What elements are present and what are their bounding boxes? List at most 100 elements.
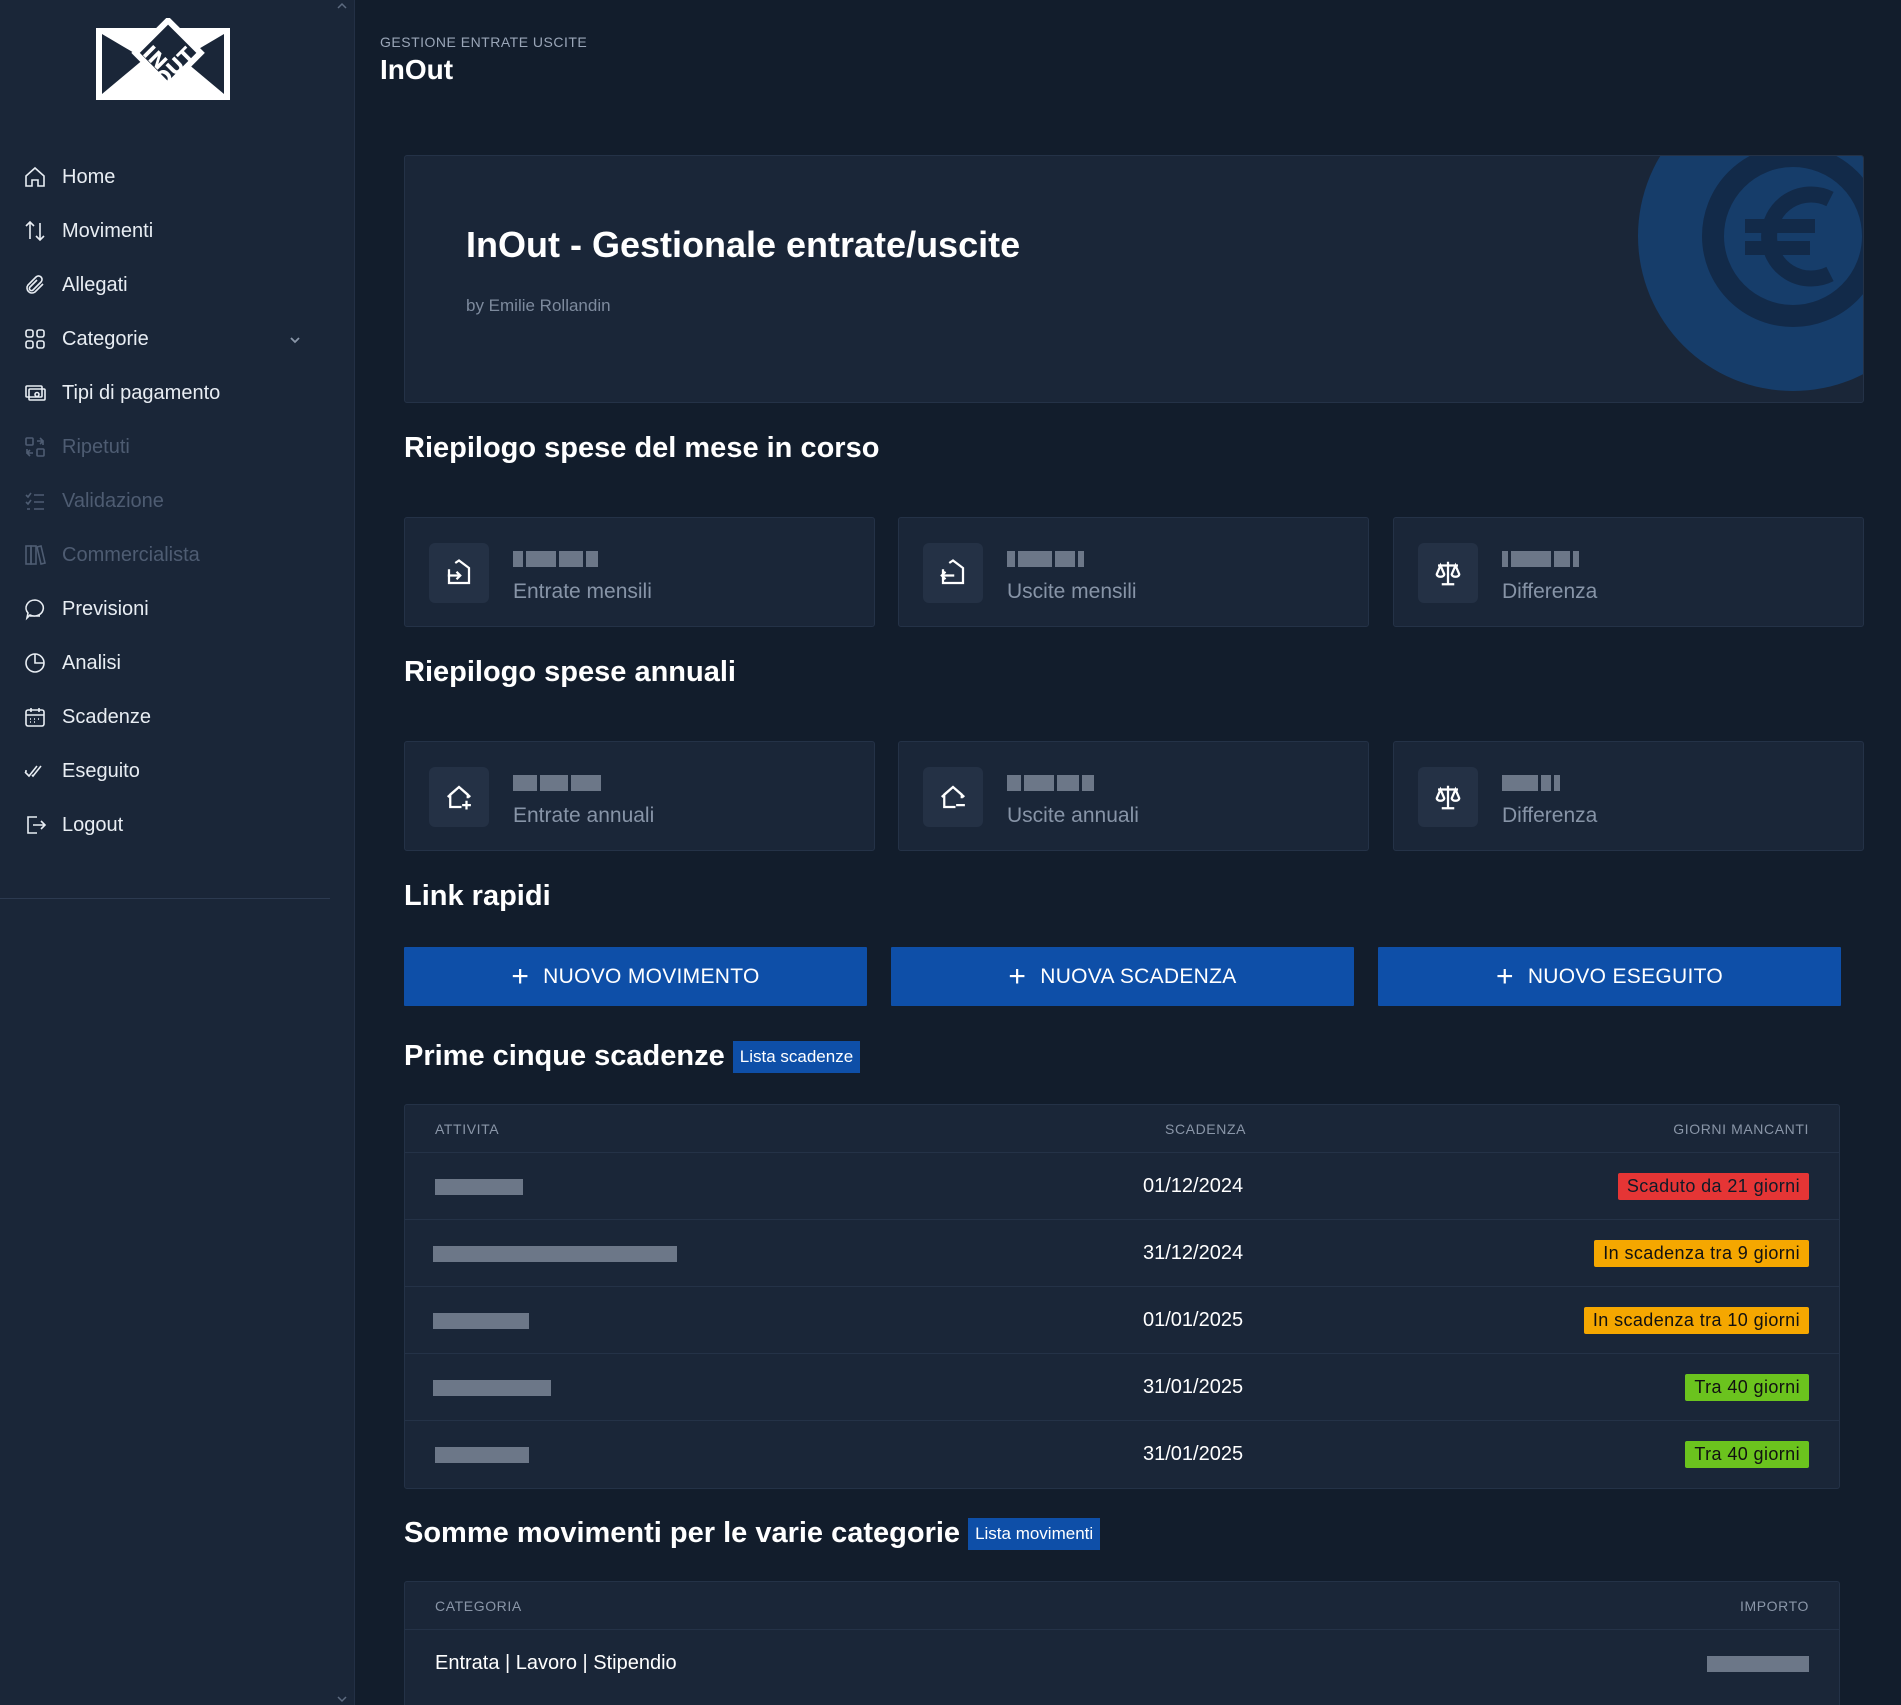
sidebar-item-label: Tipi di pagamento [62, 381, 221, 404]
sidebar-item-label: Home [62, 165, 116, 188]
quick-links-title: Link rapidi [404, 880, 551, 912]
monthly-expense-card: Uscite mensili [898, 517, 1369, 627]
scale-icon [1418, 767, 1478, 827]
categories-title: Somme movimenti per le varie categorie Li… [404, 1517, 1101, 1551]
sidebar-item-categorie[interactable]: Categorie [0, 312, 330, 366]
status-badge: Tra 40 giorni [1685, 1374, 1809, 1401]
stat-label: Entrate mensili [513, 580, 652, 603]
plus-icon: + [1495, 959, 1514, 993]
sidebar-item-label: Scadenze [62, 705, 151, 728]
home-icon [22, 164, 48, 190]
monthly-diff-value-redacted [1502, 551, 1579, 569]
house-minus-icon [923, 767, 983, 827]
activity-redacted [435, 1447, 529, 1463]
euro-coin-icon [1638, 156, 1863, 391]
status-badge: Scaduto da 21 giorni [1617, 1173, 1809, 1200]
categories-title-text: Somme movimenti per le varie categorie [404, 1517, 961, 1549]
table-row[interactable]: 01/01/2025 In scadenza tra 10 giorni [405, 1287, 1839, 1354]
deadline-date: 01/12/2024 [1143, 1175, 1244, 1197]
activity-redacted [435, 1179, 523, 1195]
new-executed-button[interactable]: + NUOVO ESEGUITO [1378, 947, 1841, 1006]
uscite-icon [923, 543, 983, 603]
activity-redacted [433, 1313, 529, 1329]
sidebar-item-movimenti[interactable]: Movimenti [0, 204, 330, 258]
pie-chart-icon [22, 650, 48, 676]
table-header: CATEGORIA IMPORTO [405, 1582, 1839, 1630]
annual-income-card: Entrate annuali [404, 741, 875, 851]
column-header-category: CATEGORIA [435, 1597, 522, 1614]
table-row[interactable]: 01/12/2024 Scaduto da 21 giorni [405, 1153, 1839, 1220]
column-header-deadline: SCADENZA [1165, 1120, 1247, 1137]
arrows-updown-icon [22, 218, 48, 244]
sidebar-item-label: Allegati [62, 273, 128, 296]
activity-redacted [433, 1380, 551, 1396]
table-row[interactable]: 31/01/2025 Tra 40 giorni [405, 1421, 1839, 1488]
new-movement-button[interactable]: + NUOVO MOVIMENTO [404, 947, 867, 1006]
scroll-down-icon[interactable] [336, 1693, 348, 1705]
sidebar-item-scadenze[interactable]: Scadenze [0, 690, 330, 744]
sidebar-item-label: Categorie [62, 327, 149, 350]
plus-icon: + [1008, 959, 1027, 993]
deadlines-list-link[interactable]: Lista scadenze [732, 1041, 861, 1074]
status-badge: Tra 40 giorni [1685, 1441, 1809, 1468]
activity-redacted [433, 1246, 677, 1262]
sidebar-item-tipi-pagamento[interactable]: Tipi di pagamento [0, 366, 330, 420]
scroll-up-icon[interactable] [336, 0, 348, 12]
sidebar-item-label: Previsioni [62, 597, 149, 620]
sidebar-item-label: Eseguito [62, 759, 140, 782]
stat-label: Differenza [1502, 580, 1598, 603]
sidebar-item-validazione[interactable]: Validazione [0, 474, 330, 528]
movements-list-link[interactable]: Lista movimenti [968, 1518, 1101, 1551]
status-badge: In scadenza tra 9 giorni [1594, 1240, 1809, 1267]
sidebar-item-logout[interactable]: Logout [0, 798, 330, 852]
status-badge: In scadenza tra 10 giorni [1583, 1307, 1809, 1334]
table-row[interactable]: Entrata | Lavoro | Stipendio [405, 1630, 1839, 1697]
sidebar-item-commercialista[interactable]: Commercialista [0, 528, 330, 582]
stat-label: Entrate annuali [513, 804, 655, 827]
house-plus-icon [429, 767, 489, 827]
column-header-amount: IMPORTO [1739, 1597, 1809, 1614]
column-header-activity: ATTIVITA [435, 1120, 500, 1137]
page-title: InOut [380, 54, 454, 85]
deadline-date: 01/01/2025 [1143, 1309, 1244, 1331]
monthly-income-card: Entrate mensili [404, 517, 875, 627]
deadlines-title-text: Prime cinque scadenze [404, 1040, 725, 1072]
annual-diff-card: Differenza [1393, 741, 1864, 851]
monthly-income-value-redacted [513, 551, 598, 569]
sidebar-item-eseguito[interactable]: Eseguito [0, 744, 330, 798]
hero-title: InOut - Gestionale entrate/uscite [466, 224, 1021, 265]
annual-expense-value-redacted [1007, 775, 1094, 793]
sidebar-item-label: Validazione [62, 489, 164, 512]
sidebar-item-analisi[interactable]: Analisi [0, 636, 330, 690]
column-header-days-left: GIORNI MANCANTI [1673, 1120, 1809, 1137]
monthly-expense-value-redacted [1007, 551, 1084, 569]
categories-table: CATEGORIA IMPORTO Entrata | Lavoro | Sti… [404, 1581, 1840, 1705]
sidebar-item-previsioni[interactable]: Previsioni [0, 582, 330, 636]
annual-income-value-redacted [513, 775, 601, 793]
sidebar-item-label: Movimenti [62, 219, 154, 242]
hero-card: InOut - Gestionale entrate/uscite by Emi… [404, 155, 1864, 403]
deadlines-table: ATTIVITA SCADENZA GIORNI MANCANTI 01/12/… [404, 1104, 1840, 1489]
plus-icon: + [511, 959, 530, 993]
button-label: NUOVO ESEGUITO [1527, 964, 1723, 988]
stat-label: Uscite mensili [1007, 580, 1137, 603]
calendar-icon [22, 704, 48, 730]
chevron-down-icon[interactable] [288, 330, 302, 353]
repeat-icon [22, 434, 48, 460]
button-label: NUOVA SCADENZA [1040, 964, 1237, 988]
sidebar-item-ripetuti[interactable]: Ripetuti [0, 420, 330, 474]
checklist-icon [22, 488, 48, 514]
sidebar-divider [0, 898, 330, 899]
table-row[interactable]: 31/01/2025 Tra 40 giorni [405, 1354, 1839, 1421]
inout-logo[interactable]: IN OUT [95, 16, 231, 102]
table-row[interactable]: 31/12/2024 In scadenza tra 9 giorni [405, 1220, 1839, 1287]
scale-icon [1418, 543, 1478, 603]
sidebar-nav: Home Movimenti Allegati Categorie Tipi d… [0, 150, 330, 852]
payment-icon [22, 380, 48, 406]
new-deadline-button[interactable]: + NUOVA SCADENZA [891, 947, 1354, 1006]
sidebar-item-home[interactable]: Home [0, 150, 330, 204]
sidebar-item-allegati[interactable]: Allegati [0, 258, 330, 312]
sidebar-item-label: Analisi [62, 651, 121, 674]
annual-summary-title: Riepilogo spese annuali [404, 656, 736, 688]
sidebar-item-label: Commercialista [62, 543, 200, 566]
